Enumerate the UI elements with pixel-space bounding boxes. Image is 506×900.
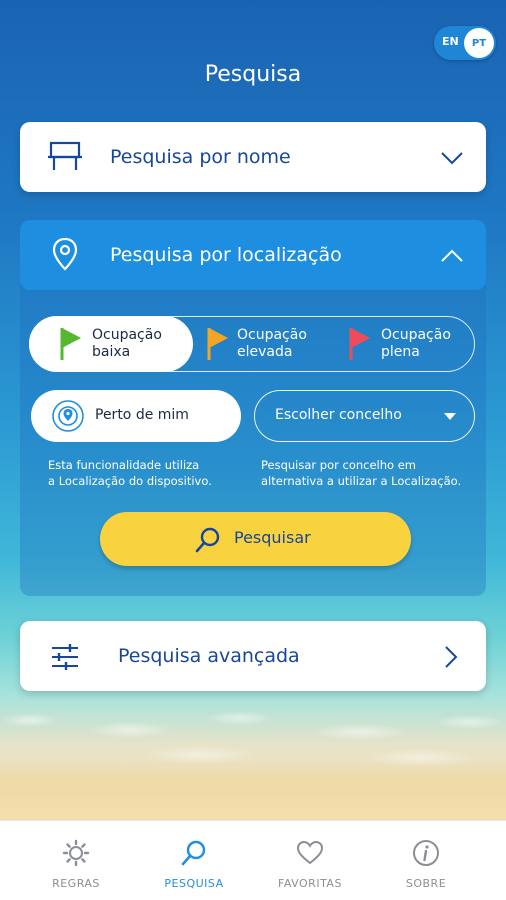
municipality-help: Pesquisar por concelho em alternativa a … [261, 457, 461, 489]
occupancy-high-line1: Ocupação [237, 327, 307, 343]
occupancy-option-low[interactable]: Ocupação baixa [29, 316, 193, 372]
advanced-search-card[interactable]: Pesquisa avançada [20, 621, 486, 691]
nav-favorites[interactable]: FAVORITAS [247, 821, 373, 900]
search-button[interactable]: Pesquisar [100, 512, 411, 566]
search-button-label: Pesquisar [234, 528, 311, 547]
near-me-button[interactable]: Perto de mim [31, 390, 241, 442]
near-me-label: Perto de mim [95, 407, 189, 423]
nav-rules[interactable]: REGRAS [13, 821, 139, 900]
bottom-navigation: REGRAS PESQUISA FAVORITAS SOBRE [0, 820, 506, 900]
language-pt[interactable]: PT [464, 28, 494, 58]
search-by-location-label: Pesquisa por localização [110, 244, 342, 266]
location-pin-icon [52, 237, 78, 277]
near-me-help-line2: a Localização do dispositivo. [48, 474, 212, 488]
municipality-select[interactable]: Escolher concelho [254, 390, 475, 442]
occupancy-low-line1: Ocupação [92, 327, 162, 343]
near-me-help: Esta funcionalidade utiliza a Localizaçã… [48, 457, 212, 489]
orange-flag-icon [206, 326, 230, 366]
nav-about[interactable]: SOBRE [363, 821, 489, 900]
red-flag-icon [348, 326, 372, 366]
occupancy-option-full[interactable]: Ocupação plena [340, 316, 474, 372]
language-en[interactable]: EN [442, 35, 459, 48]
nav-search-label: PESQUISA [164, 877, 224, 890]
nav-search[interactable]: PESQUISA [131, 821, 257, 900]
advanced-search-label: Pesquisa avançada [118, 645, 300, 667]
nav-favorites-label: FAVORITAS [278, 877, 342, 890]
bench-icon [48, 140, 82, 176]
chevron-up-icon [440, 248, 464, 267]
nav-about-label: SOBRE [405, 877, 447, 890]
sand [0, 760, 506, 820]
search-by-name-label: Pesquisa por nome [110, 146, 291, 168]
search-by-location-header[interactable]: Pesquisa por localização [20, 220, 486, 290]
search-icon [194, 526, 222, 558]
nav-rules-label: REGRAS [52, 877, 100, 890]
occupancy-option-high[interactable]: Ocupação elevada [196, 316, 336, 372]
occupancy-low-line2: baixa [92, 344, 131, 360]
language-toggle[interactable]: EN PT [434, 26, 496, 60]
search-by-name-card[interactable]: Pesquisa por nome [20, 122, 486, 192]
location-target-icon [51, 399, 85, 437]
occupancy-full-line2: plena [381, 344, 420, 360]
green-flag-icon [59, 326, 83, 366]
chevron-right-icon [444, 645, 458, 673]
municipality-help-line2: alternativa a utilizar a Localização. [261, 474, 462, 488]
occupancy-high-line2: elevada [237, 344, 293, 360]
occupancy-full-line1: Ocupação [381, 327, 451, 343]
near-me-help-line1: Esta funcionalidade utiliza [48, 458, 200, 472]
municipality-label: Escolher concelho [275, 407, 402, 423]
sliders-icon [50, 643, 80, 675]
municipality-help-line1: Pesquisar por concelho em [261, 458, 417, 472]
page-title: Pesquisa [204, 62, 302, 87]
dropdown-caret-icon [444, 413, 456, 420]
chevron-down-icon [440, 150, 464, 169]
